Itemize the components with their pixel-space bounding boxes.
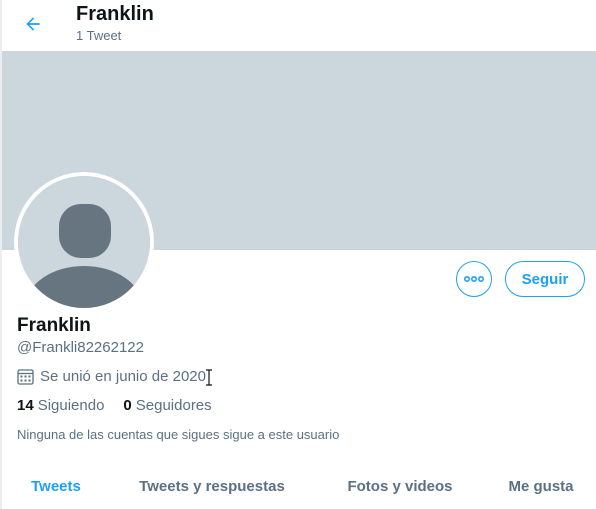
back-button[interactable] [17,8,49,40]
arrow-left-icon [26,17,40,31]
following-label: Siguiendo [37,397,105,414]
header-title: Franklin [76,3,154,25]
more-horizontal-icon [464,276,484,282]
text-cursor-icon [206,369,212,386]
profile-tabs: Tweets Tweets y respuestas Fotos y video… [2,462,596,509]
avatar[interactable] [14,172,154,312]
tab-tweets[interactable]: Tweets [2,462,110,509]
profile-header: Franklin 1 Tweet [2,0,596,50]
mutual-followers-note: Ninguna de las cuentas que sigues sigue … [17,427,340,442]
tab-likes[interactable]: Me gusta [486,462,596,509]
calendar-icon [17,368,34,385]
tweet-count: 1 Tweet [76,28,122,43]
follow-stats: 14 Siguiendo 0 Seguidores [17,397,231,414]
following-count: 14 [17,397,34,414]
followers-label: Seguidores [135,397,212,414]
tab-media[interactable]: Fotos y videos [314,462,486,509]
tab-tweets-and-replies[interactable]: Tweets y respuestas [110,462,314,509]
join-date-text: Se unió en junio de 2020 [40,368,206,385]
default-avatar-icon [18,176,150,308]
more-options-button[interactable] [456,261,492,297]
profile-name: Franklin [17,315,91,336]
followers-link[interactable]: 0 Seguidores [123,397,211,414]
profile-page: Franklin 1 Tweet Seguir Franklin @Frankl… [0,0,596,509]
follow-button[interactable]: Seguir [505,261,585,297]
join-date: Se unió en junio de 2020 [17,368,206,385]
followers-count: 0 [123,397,132,414]
profile-handle: @Frankli82262122 [17,339,144,356]
following-link[interactable]: 14 Siguiendo [17,397,104,414]
